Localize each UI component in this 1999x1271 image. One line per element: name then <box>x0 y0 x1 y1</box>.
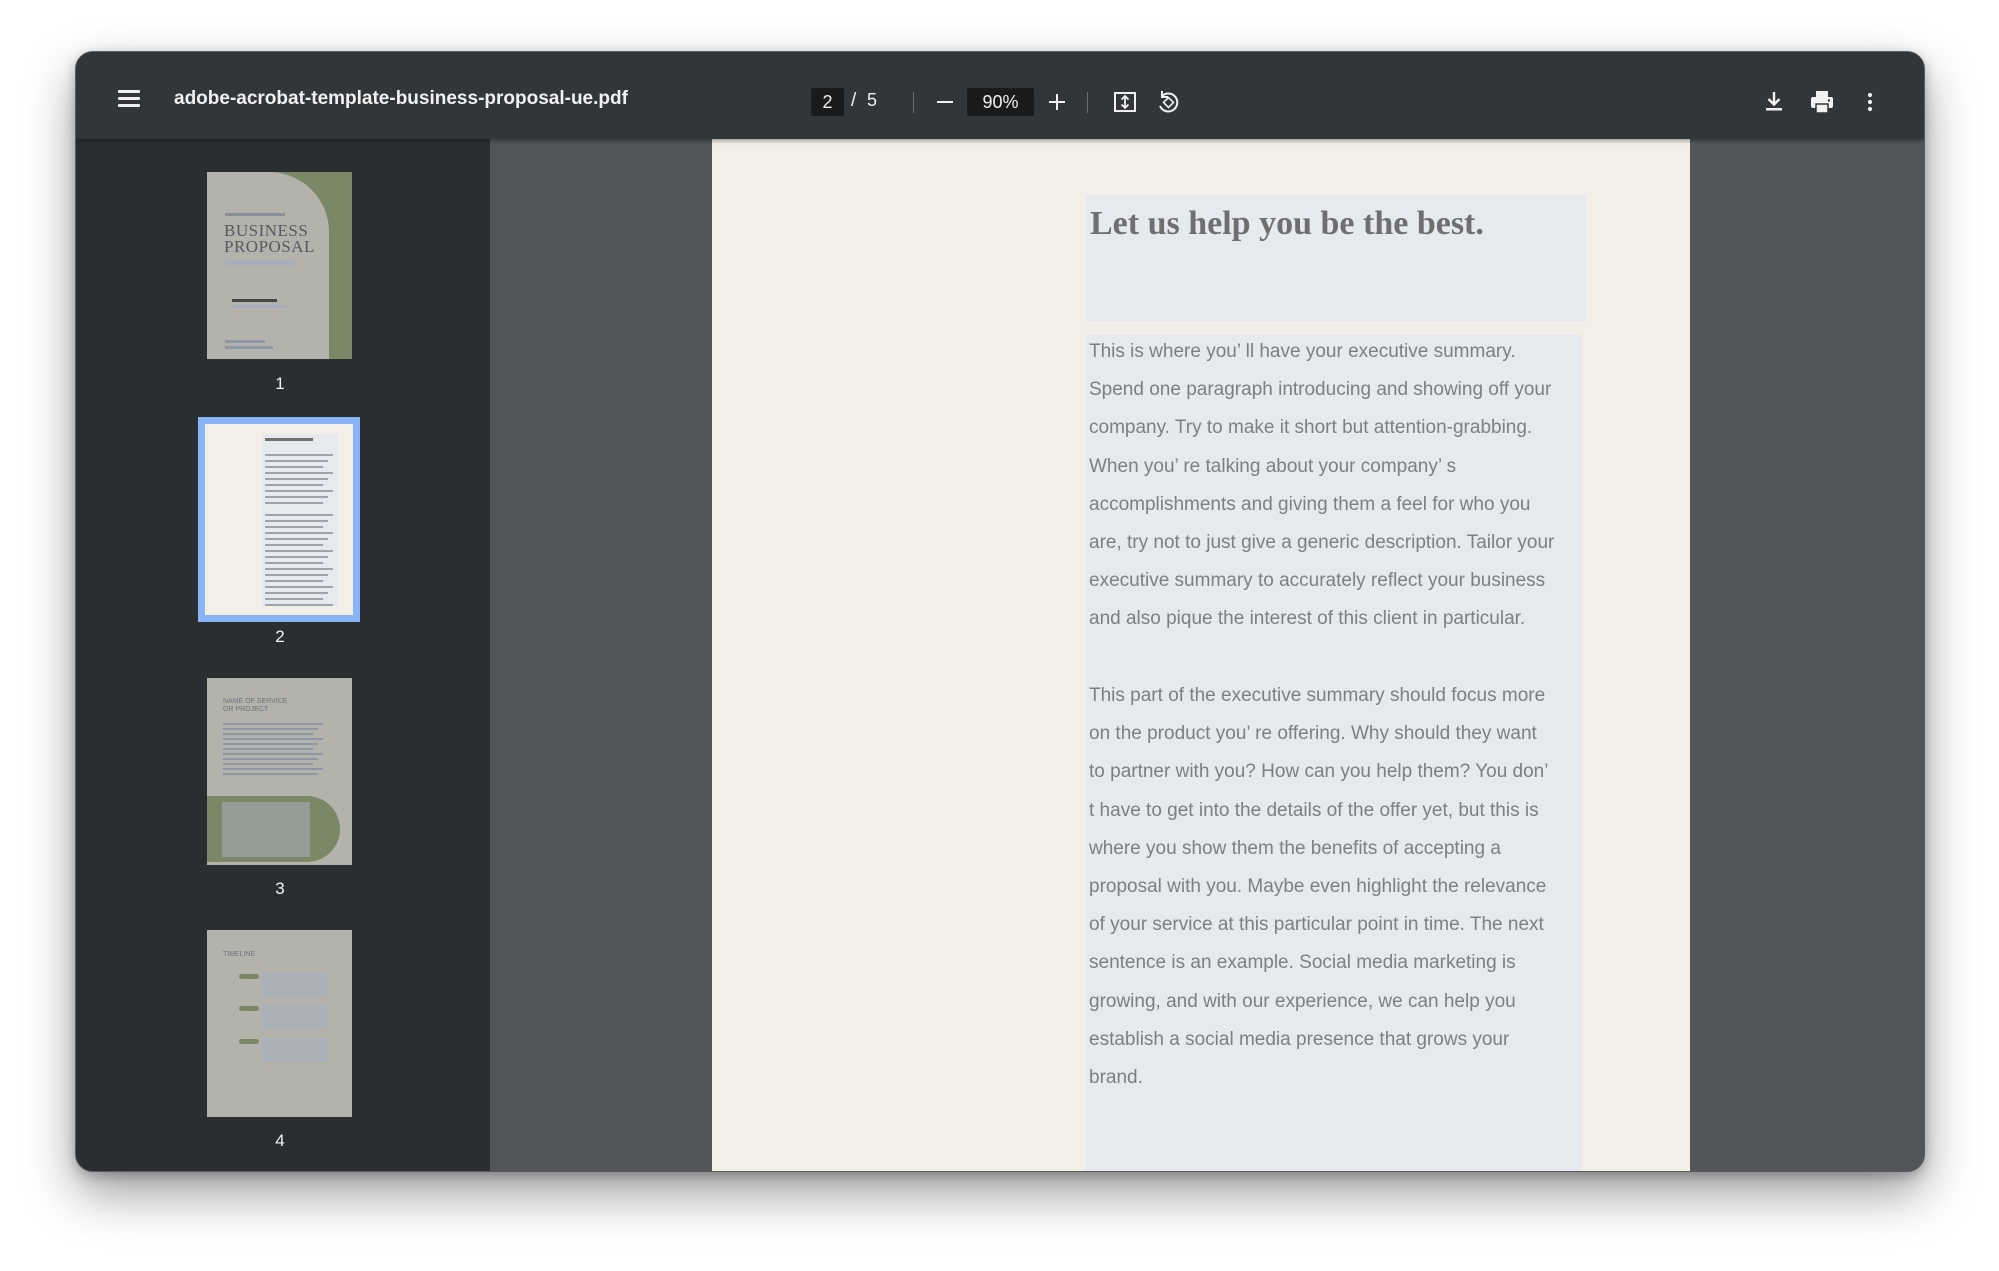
paragraph-line: growing, and with our experience, we can… <box>1089 990 1516 1012</box>
thumbnail-text-line <box>223 733 313 735</box>
thumbnail-page-3[interactable]: NAME OF SERVICE OR PROJECT <box>207 678 352 865</box>
thumb3-heading-2: OR PROJECT <box>223 706 269 713</box>
paragraph-line: Spend one paragraph introducing and show… <box>1089 379 1552 401</box>
thumbnail-text-line <box>265 454 333 456</box>
thumbnail-label-2: 2 <box>275 627 285 646</box>
thumbnail-page-4[interactable]: TIMELINE <box>207 930 352 1117</box>
thumbnail-text-line <box>223 753 323 755</box>
thumbnail-text-line <box>265 550 333 552</box>
thumbnail-label-4: 4 <box>275 1131 285 1150</box>
thumbnail-text-line <box>265 556 328 558</box>
zoom-in-button[interactable] <box>1043 88 1071 116</box>
toolbar-divider <box>913 92 914 113</box>
rotate-counterclockwise-icon[interactable] <box>1153 87 1183 117</box>
paragraph-line: company. Try to make it short but attent… <box>1089 417 1533 439</box>
paragraph-line: proposal with you. Maybe even highlight … <box>1089 876 1547 898</box>
total-pages: 5 <box>867 90 878 110</box>
paragraph-line: This is where you’ ll have your executiv… <box>1089 341 1516 362</box>
thumbnail-text-line <box>223 728 318 730</box>
zoom-level-input[interactable]: 90% <box>967 88 1034 116</box>
thumbnail-text-line <box>265 544 323 546</box>
zoom-out-button[interactable] <box>931 88 959 116</box>
paragraph-line: t have to get into the details of the of… <box>1089 799 1539 821</box>
page-heading: Let us help you be the best. <box>1090 205 1484 242</box>
thumbnail-text-line <box>265 502 323 504</box>
thumbnail-text-line <box>265 598 323 600</box>
thumbnail-page-2-selected[interactable] <box>198 417 360 622</box>
thumbnail-text-line <box>265 526 323 528</box>
thumbnail-text-line <box>265 520 328 522</box>
thumbnail-text-line <box>223 743 318 745</box>
download-icon[interactable] <box>1759 87 1789 117</box>
paragraph-line: are, try not to just give a generic desc… <box>1089 532 1555 554</box>
thumbnail-text-line <box>265 514 333 516</box>
thumbnail-text-line <box>223 763 313 765</box>
thumb4-heading: TIMELINE <box>223 951 256 958</box>
hamburger-menu-icon[interactable] <box>118 90 140 107</box>
cover-title-line-2: PROPOSAL <box>224 237 315 256</box>
paragraph-line: where you show them the benefits of acce… <box>1089 837 1501 859</box>
thumbnail-text-line <box>265 484 323 486</box>
thumbnail-text-line <box>265 586 333 588</box>
thumbnail-text-line <box>265 568 333 570</box>
executive-summary-paragraph-2: This part of the executive summary shoul… <box>1089 677 1584 1097</box>
thumbnail-text-line <box>265 538 328 540</box>
document-title: adobe-acrobat-template-business-proposal… <box>174 88 628 109</box>
toolbar: adobe-acrobat-template-business-proposal… <box>76 52 1924 139</box>
paragraph-line: When you’ re talking about your company’… <box>1089 455 1457 477</box>
more-vertical-icon[interactable] <box>1855 87 1885 117</box>
thumbnail-text-line <box>223 748 313 750</box>
thumbnail-label-1: 1 <box>275 374 285 393</box>
thumbnail-text-line <box>223 758 318 760</box>
paragraph-line: and also pique the interest of this clie… <box>1089 608 1526 630</box>
thumbnail-text-line <box>265 604 333 606</box>
paragraph-line: accomplishments and giving them a feel f… <box>1089 493 1531 515</box>
paragraph-line: executive summary to accurately reflect … <box>1089 570 1546 592</box>
thumbnail-text-line <box>223 773 318 775</box>
page-separator: / <box>851 90 857 111</box>
paragraph-line: sentence is an example. Social media mar… <box>1089 952 1516 974</box>
thumbnail-text-line <box>265 562 323 564</box>
thumbnail-text-line <box>265 460 328 462</box>
thumbnail-text-line <box>265 532 333 534</box>
toolbar-divider <box>1087 92 1088 113</box>
thumbnail-sidebar: BUSINESS PROPOSAL 1 2 NAME OF SERVICE OR… <box>76 139 490 1171</box>
thumbnail-text-line <box>265 580 323 582</box>
pdf-page-2: Let us help you be the best. This is whe… <box>712 139 1690 1171</box>
thumbnail-text-line <box>265 592 328 594</box>
thumbnail-text-line <box>265 490 333 492</box>
paragraph-line: of your service at this particular point… <box>1089 914 1544 936</box>
paragraph-line: brand. <box>1089 1067 1143 1089</box>
pdf-viewer-window: adobe-acrobat-template-business-proposal… <box>75 51 1925 1172</box>
paragraph-line: on the product you’ re offering. Why sho… <box>1089 723 1537 745</box>
thumbnail-label-3: 3 <box>275 879 285 898</box>
document-viewer[interactable]: Let us help you be the best. This is whe… <box>490 139 1924 1171</box>
page-number-input[interactable]: 2 <box>811 88 844 116</box>
fit-to-page-icon[interactable] <box>1110 87 1140 117</box>
thumbnail-text-line <box>223 738 323 740</box>
executive-summary-paragraph-1: This is where you’ ll have your executiv… <box>1089 333 1584 639</box>
thumbnail-text-line <box>265 496 328 498</box>
thumbnail-text-line <box>265 472 333 474</box>
paragraph-line: This part of the executive summary shoul… <box>1089 685 1546 706</box>
thumbnail-text-line <box>265 466 323 468</box>
thumbnail-text-line <box>265 574 328 576</box>
print-icon[interactable] <box>1807 87 1837 117</box>
paragraph-line: establish a social media presence that g… <box>1089 1028 1510 1050</box>
thumb3-heading-1: NAME OF SERVICE <box>223 698 288 705</box>
thumbnail-text-line <box>223 768 323 770</box>
paragraph-line: to partner with you? How can you help th… <box>1089 761 1549 783</box>
thumbnail-text-line <box>223 723 323 725</box>
thumbnail-page-1[interactable]: BUSINESS PROPOSAL <box>207 172 352 359</box>
thumbnail-text-line <box>265 478 328 480</box>
